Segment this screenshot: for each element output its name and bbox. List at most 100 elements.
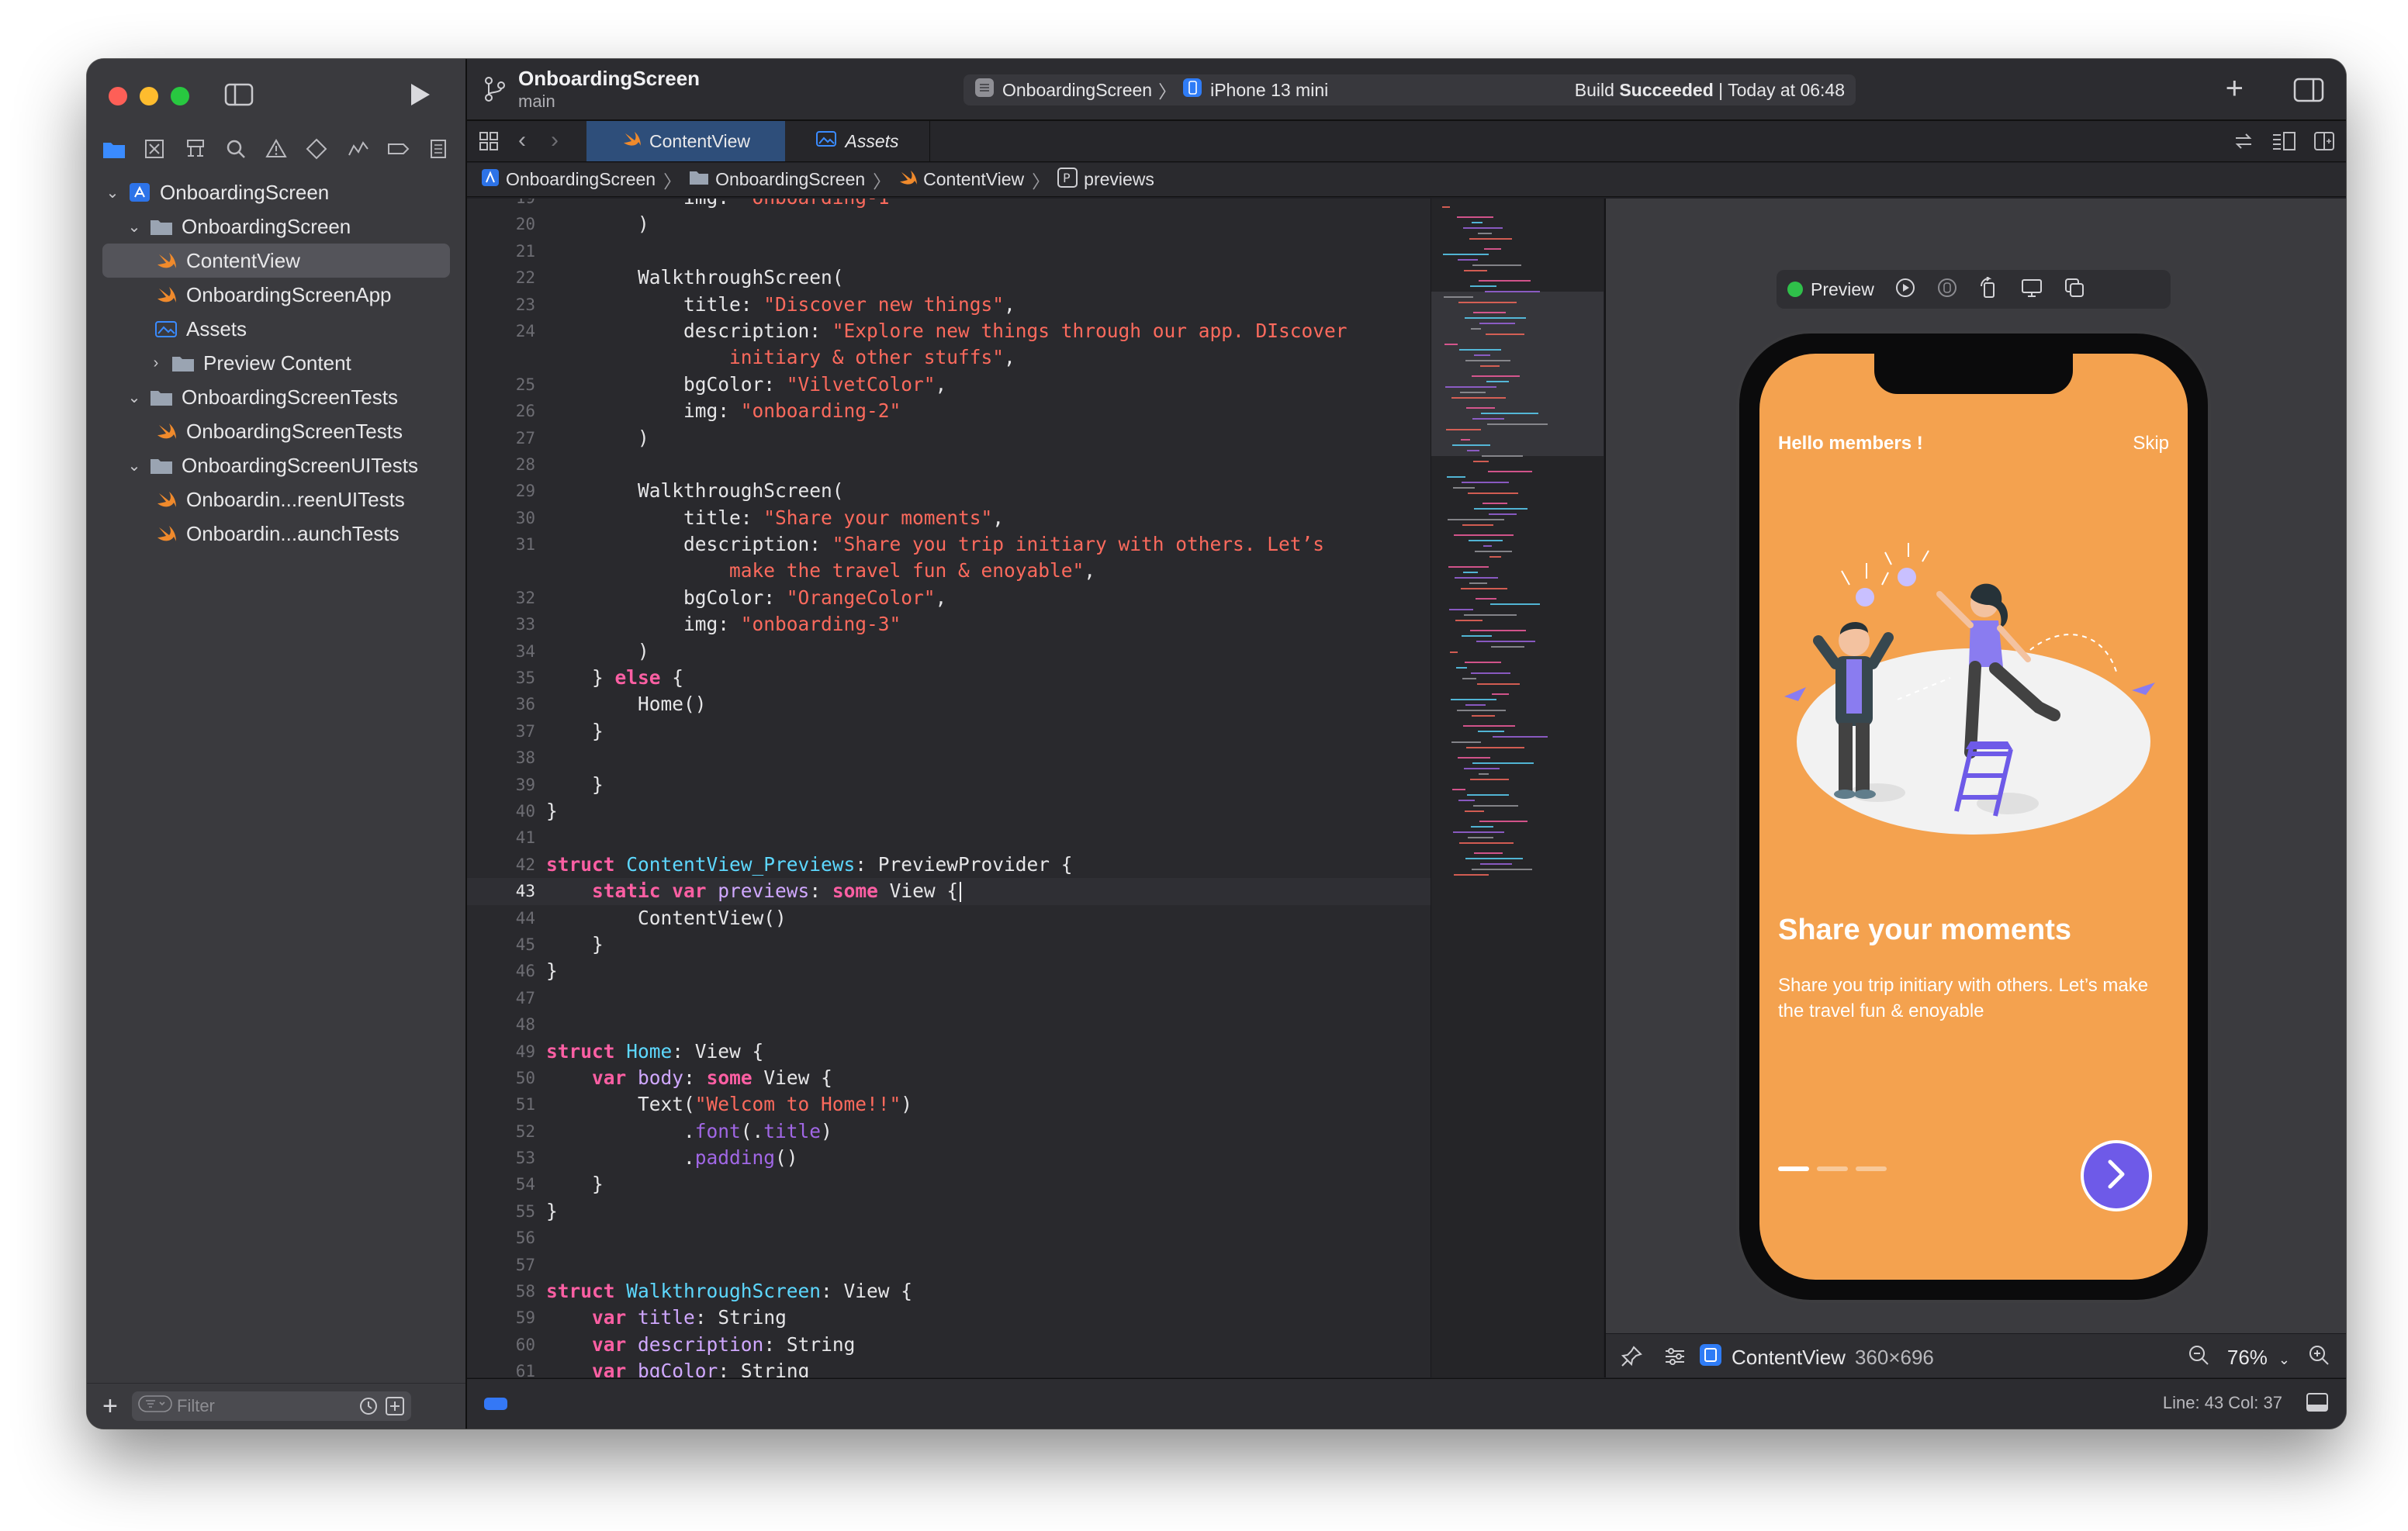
- tree-item-folder[interactable]: ⌄ OnboardingScreen: [87, 209, 465, 244]
- code-line[interactable]: 35 } else {: [467, 665, 1431, 691]
- source-editor[interactable]: 19 img: "onboarding-1"20 )2122 Walkthrou…: [467, 199, 1431, 1377]
- source-control-navigator-icon[interactable]: [141, 136, 168, 162]
- line-number[interactable]: 26: [467, 398, 535, 424]
- source-control-filter-icon[interactable]: [385, 1396, 405, 1421]
- next-button[interactable]: [2081, 1140, 2152, 1211]
- code-line[interactable]: 47: [467, 985, 1431, 1011]
- debug-navigator-icon[interactable]: [344, 136, 371, 162]
- code-line[interactable]: 54 }: [467, 1171, 1431, 1197]
- tab-contentview[interactable]: ContentView: [586, 121, 785, 161]
- code-line[interactable]: 19 img: "onboarding-1": [467, 199, 1431, 211]
- jump-bar-folder[interactable]: OnboardingScreen: [689, 169, 865, 191]
- back-arrow-icon[interactable]: ‹: [518, 127, 526, 154]
- editor-options-icon[interactable]: [2271, 130, 2296, 156]
- code-line[interactable]: 26 img: "onboarding-2": [467, 398, 1431, 424]
- code-line[interactable]: 61 var bgColor: String: [467, 1358, 1431, 1377]
- folder-navigator-icon[interactable]: [101, 136, 127, 162]
- live-preview-toggle[interactable]: Preview: [1787, 279, 1874, 300]
- preview-device-selector[interactable]: ContentView 360×696: [1699, 1343, 1934, 1372]
- line-number[interactable]: 50: [467, 1065, 535, 1091]
- minimize-window-button[interactable]: [140, 87, 158, 105]
- line-number[interactable]: 54: [467, 1171, 535, 1197]
- symbol-navigator-icon[interactable]: [182, 136, 209, 162]
- code-line[interactable]: 22 WalkthroughScreen(: [467, 264, 1431, 291]
- code-line[interactable]: 34 ): [467, 638, 1431, 665]
- find-navigator-icon[interactable]: [223, 136, 249, 162]
- line-number[interactable]: 58: [467, 1278, 535, 1305]
- line-number[interactable]: 25: [467, 372, 535, 398]
- code-line[interactable]: 59 var title: String: [467, 1305, 1431, 1331]
- line-number[interactable]: 45: [467, 931, 535, 958]
- zoom-level[interactable]: 76% ⌄: [2227, 1346, 2290, 1370]
- tree-item-file[interactable]: Onboardin...reenUITests: [87, 482, 465, 517]
- forward-arrow-icon[interactable]: ›: [551, 127, 559, 154]
- line-number[interactable]: 21: [467, 238, 535, 264]
- library-plus-button[interactable]: +: [2226, 73, 2244, 104]
- line-number[interactable]: 34: [467, 638, 535, 665]
- run-button[interactable]: [405, 81, 433, 109]
- code-line[interactable]: 55}: [467, 1198, 1431, 1225]
- line-number[interactable]: 28: [467, 451, 535, 478]
- tree-item-file[interactable]: OnboardingScreenApp: [87, 278, 465, 312]
- scheme-selector[interactable]: OnboardingScreen: [974, 78, 1152, 102]
- code-line[interactable]: 32 bgColor: "OrangeColor",: [467, 585, 1431, 611]
- line-number[interactable]: 29: [467, 478, 535, 504]
- line-number[interactable]: 23: [467, 292, 535, 318]
- tree-item-file-selected[interactable]: ContentView: [102, 244, 450, 278]
- jump-bar-symbol[interactable]: P previews: [1057, 167, 1154, 192]
- inspector-toggle-icon[interactable]: [2293, 76, 2324, 108]
- line-number[interactable]: 47: [467, 985, 535, 1011]
- line-number[interactable]: 46: [467, 958, 535, 984]
- zoom-out-icon[interactable]: [2187, 1343, 2210, 1372]
- line-number[interactable]: 31: [467, 531, 535, 558]
- play-circle-icon[interactable]: [1894, 277, 1916, 302]
- page-dot[interactable]: [1856, 1166, 1887, 1171]
- code-line[interactable]: 29 WalkthroughScreen(: [467, 478, 1431, 504]
- code-line[interactable]: 60 var description: String: [467, 1332, 1431, 1358]
- line-number[interactable]: 59: [467, 1305, 535, 1331]
- tree-item-assets[interactable]: Assets: [87, 312, 465, 346]
- line-number[interactable]: 36: [467, 691, 535, 717]
- page-dot[interactable]: [1778, 1166, 1809, 1171]
- code-line[interactable]: 53 .padding(): [467, 1145, 1431, 1171]
- code-line[interactable]: 56: [467, 1225, 1431, 1251]
- recent-files-icon[interactable]: [358, 1396, 379, 1421]
- skip-button[interactable]: Skip: [2133, 433, 2169, 454]
- zoom-window-button[interactable]: [171, 87, 189, 105]
- code-line[interactable]: 23 title: "Discover new things",: [467, 292, 1431, 318]
- line-number[interactable]: 41: [467, 824, 535, 851]
- chevron-down-icon[interactable]: ⌄: [126, 457, 143, 475]
- tree-item-file[interactable]: OnboardingScreenTests: [87, 414, 465, 448]
- line-number[interactable]: 35: [467, 665, 535, 691]
- line-number[interactable]: 42: [467, 852, 535, 878]
- code-line[interactable]: 31 description: "Share you trip initiary…: [467, 531, 1431, 558]
- code-line[interactable]: 57: [467, 1252, 1431, 1278]
- line-number[interactable]: 56: [467, 1225, 535, 1251]
- line-number[interactable]: 48: [467, 1011, 535, 1038]
- code-line[interactable]: 38: [467, 745, 1431, 771]
- jump-bar-project[interactable]: OnboardingScreen: [481, 168, 656, 192]
- run-destination-selector[interactable]: iPhone 13 mini: [1182, 78, 1328, 102]
- chevron-right-icon[interactable]: ›: [147, 354, 164, 372]
- page-dot[interactable]: [1817, 1166, 1848, 1171]
- code-line[interactable]: 50 var body: some View {: [467, 1065, 1431, 1091]
- rotate-device-icon[interactable]: [1978, 275, 2000, 302]
- add-editor-icon[interactable]: [2313, 130, 2335, 156]
- debug-area-toggle[interactable]: [484, 1398, 507, 1410]
- line-number[interactable]: 22: [467, 264, 535, 291]
- code-line[interactable]: 44 ContentView(): [467, 905, 1431, 931]
- code-line[interactable]: 36 Home(): [467, 691, 1431, 717]
- line-number[interactable]: 39: [467, 772, 535, 798]
- line-number[interactable]: 60: [467, 1332, 535, 1358]
- tree-item-folder[interactable]: ⌄ OnboardingScreenUITests: [87, 448, 465, 482]
- code-line[interactable]: 40}: [467, 798, 1431, 824]
- tree-item-file[interactable]: Onboardin...aunchTests: [87, 517, 465, 551]
- device-settings-icon[interactable]: [2020, 277, 2043, 302]
- line-number[interactable]: 57: [467, 1252, 535, 1278]
- code-line[interactable]: 43 static var previews: some View {: [467, 878, 1431, 905]
- code-line[interactable]: 30 title: "Share your moments",: [467, 505, 1431, 531]
- code-line[interactable]: 25 bgColor: "VilvetColor",: [467, 372, 1431, 398]
- code-line[interactable]: 42 struct ContentView_Previews: PreviewPr…: [467, 852, 1431, 878]
- related-items-grid-icon[interactable]: [478, 130, 500, 156]
- code-line[interactable]: 28: [467, 451, 1431, 478]
